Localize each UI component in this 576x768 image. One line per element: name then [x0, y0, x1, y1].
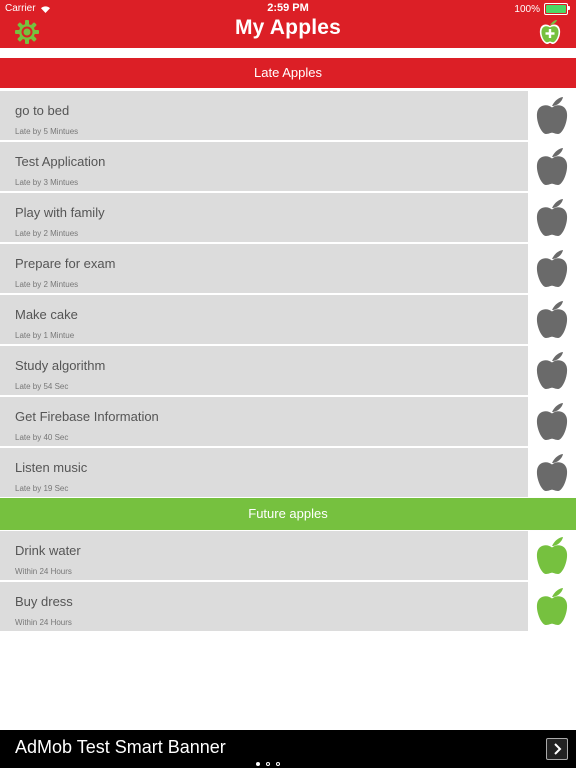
- list-item[interactable]: Test Application Late by 3 Mintues: [0, 142, 576, 191]
- apple-icon[interactable]: [534, 197, 570, 238]
- list-item[interactable]: Prepare for exam Late by 2 Mintues: [0, 244, 576, 293]
- ad-text: AdMob Test Smart Banner: [15, 737, 226, 757]
- status-time: 2:59 PM: [267, 2, 309, 14]
- list-item[interactable]: Get Firebase Information Late by 40 Sec: [0, 397, 576, 446]
- list-item[interactable]: Buy dress Within 24 Hours: [0, 582, 576, 631]
- list-item-subtitle: Late by 5 Mintues: [15, 127, 79, 136]
- page-dot: [276, 762, 280, 766]
- list-item-title: Prepare for exam: [15, 256, 116, 271]
- list-item[interactable]: Listen music Late by 19 Sec: [0, 448, 576, 497]
- apple-add-icon[interactable]: [538, 17, 562, 45]
- list-item[interactable]: Study algorithm Late by 54 Sec: [0, 346, 576, 395]
- navigation-bar: Carrier 2:59 PM 100% My Apples: [0, 0, 576, 48]
- list-item[interactable]: Make cake Late by 1 Mintue: [0, 295, 576, 344]
- list-item-subtitle: Late by 54 Sec: [15, 382, 69, 391]
- list-item-content[interactable]: Listen music Late by 19 Sec: [0, 448, 528, 497]
- page-indicator: [256, 762, 280, 766]
- chevron-right-icon: [554, 743, 562, 755]
- apple-icon[interactable]: [534, 95, 570, 136]
- list-item-content[interactable]: Play with family Late by 2 Mintues: [0, 193, 528, 242]
- apple-icon[interactable]: [534, 452, 570, 493]
- list-item-subtitle: Late by 40 Sec: [15, 433, 69, 442]
- ad-banner[interactable]: AdMob Test Smart Banner: [0, 730, 576, 768]
- list-item-subtitle: Late by 3 Mintues: [15, 178, 79, 187]
- page-dot-active: [256, 762, 260, 766]
- list-item-title: go to bed: [15, 103, 70, 118]
- list-item-subtitle: Within 24 Hours: [15, 618, 72, 627]
- apple-icon[interactable]: [534, 248, 570, 289]
- apple-icon[interactable]: [534, 146, 570, 187]
- list-item-subtitle: Within 24 Hours: [15, 567, 72, 576]
- page-title: My Apples: [234, 16, 342, 39]
- page-dot: [266, 762, 270, 766]
- future-apples-header: Future apples: [0, 498, 576, 530]
- list-item-subtitle: Late by 2 Mintues: [15, 229, 79, 238]
- list-item-subtitle: Late by 2 Mintues: [15, 280, 79, 289]
- list-item-content[interactable]: Prepare for exam Late by 2 Mintues: [0, 244, 528, 293]
- list-item-content[interactable]: go to bed Late by 5 Mintues: [0, 91, 528, 140]
- list-item-title: Listen music: [15, 460, 88, 475]
- list-item-content[interactable]: Buy dress Within 24 Hours: [0, 582, 528, 631]
- list-item-title: Test Application: [15, 154, 106, 169]
- battery-icon: [544, 3, 570, 15]
- ad-open-button[interactable]: [546, 738, 568, 760]
- list-item-content[interactable]: Test Application Late by 3 Mintues: [0, 142, 528, 191]
- list-item-title: Study algorithm: [15, 358, 106, 373]
- apple-icon[interactable]: [534, 586, 570, 627]
- apple-icon[interactable]: [534, 401, 570, 442]
- apple-icon[interactable]: [534, 350, 570, 391]
- battery-level: [546, 5, 566, 13]
- list-item-content[interactable]: Drink water Within 24 Hours: [0, 531, 528, 580]
- status-bar: Carrier 2:59 PM 100%: [0, 0, 576, 16]
- list-item-subtitle: Late by 1 Mintue: [15, 331, 75, 340]
- list-item-subtitle: Late by 19 Sec: [15, 484, 69, 493]
- list-item[interactable]: Play with family Late by 2 Mintues: [0, 193, 576, 242]
- list-item-content[interactable]: Make cake Late by 1 Mintue: [0, 295, 528, 344]
- list-item-title: Get Firebase Information: [15, 409, 159, 424]
- late-apples-header: Late Apples: [0, 58, 576, 88]
- apple-icon[interactable]: [534, 535, 570, 576]
- list-item-content[interactable]: Get Firebase Information Late by 40 Sec: [0, 397, 528, 446]
- list-item-title: Buy dress: [15, 594, 73, 609]
- apple-icon[interactable]: [534, 299, 570, 340]
- list-item-title: Make cake: [15, 307, 78, 322]
- battery-percentage: 100%: [514, 3, 540, 15]
- list-item[interactable]: Drink water Within 24 Hours: [0, 531, 576, 580]
- list-item-title: Play with family: [15, 205, 105, 220]
- list-item-title: Drink water: [15, 543, 81, 558]
- list-item[interactable]: go to bed Late by 5 Mintues: [0, 91, 576, 140]
- list-item-content[interactable]: Study algorithm Late by 54 Sec: [0, 346, 528, 395]
